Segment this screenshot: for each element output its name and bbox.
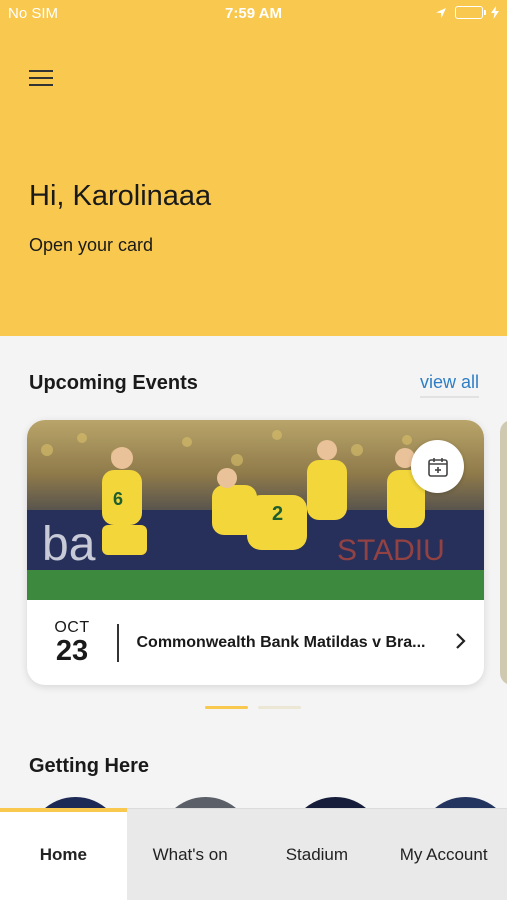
add-to-calendar-button[interactable] bbox=[411, 440, 464, 493]
tab-my-account[interactable]: My Account bbox=[380, 809, 507, 900]
tab-whats-on[interactable]: What's on bbox=[127, 809, 254, 900]
svg-text:STADIU: STADIU bbox=[337, 534, 445, 567]
svg-text:ba: ba bbox=[42, 518, 96, 571]
battery-icon bbox=[455, 6, 486, 19]
svg-text:2: 2 bbox=[272, 503, 283, 525]
clock: 7:59 AM bbox=[225, 5, 282, 22]
calendar-add-icon bbox=[427, 457, 448, 477]
tab-stadium[interactable]: Stadium bbox=[254, 809, 381, 900]
svg-text:6: 6 bbox=[113, 489, 123, 509]
next-event-card-peek[interactable] bbox=[500, 420, 507, 685]
header-banner: Hi, Karolinaaa Open your card bbox=[0, 0, 507, 336]
event-date: OCT 23 bbox=[27, 618, 117, 667]
greeting-text: Hi, Karolinaaa bbox=[29, 180, 212, 212]
getting-here-title: Getting Here bbox=[29, 755, 150, 777]
open-card-link[interactable]: Open your card bbox=[29, 235, 153, 256]
view-all-link[interactable]: view all bbox=[419, 372, 479, 398]
event-month: OCT bbox=[54, 618, 90, 636]
pager-dot[interactable] bbox=[258, 706, 301, 709]
charging-bolt-icon bbox=[491, 6, 499, 19]
event-photo: ba STADIU 6 2 bbox=[27, 420, 484, 600]
date-divider bbox=[117, 623, 119, 662]
chevron-right-icon[interactable] bbox=[454, 630, 484, 656]
tab-home[interactable]: Home bbox=[0, 808, 127, 900]
location-arrow-icon bbox=[436, 7, 446, 18]
carousel-pager bbox=[205, 706, 301, 709]
pager-dot-active[interactable] bbox=[205, 706, 248, 709]
bottom-tab-bar: Home What's on Stadium My Account bbox=[0, 808, 507, 900]
status-bar: No SIM 7:59 AM bbox=[0, 0, 507, 28]
event-info: OCT 23 Commonwealth Bank Matildas v Bra.… bbox=[27, 600, 484, 685]
upcoming-events-title: Upcoming Events bbox=[29, 372, 198, 394]
event-day: 23 bbox=[55, 634, 89, 667]
menu-button[interactable] bbox=[29, 70, 55, 90]
hamburger-icon bbox=[29, 70, 55, 86]
event-title: Commonwealth Bank Matildas v Bra... bbox=[136, 633, 426, 651]
